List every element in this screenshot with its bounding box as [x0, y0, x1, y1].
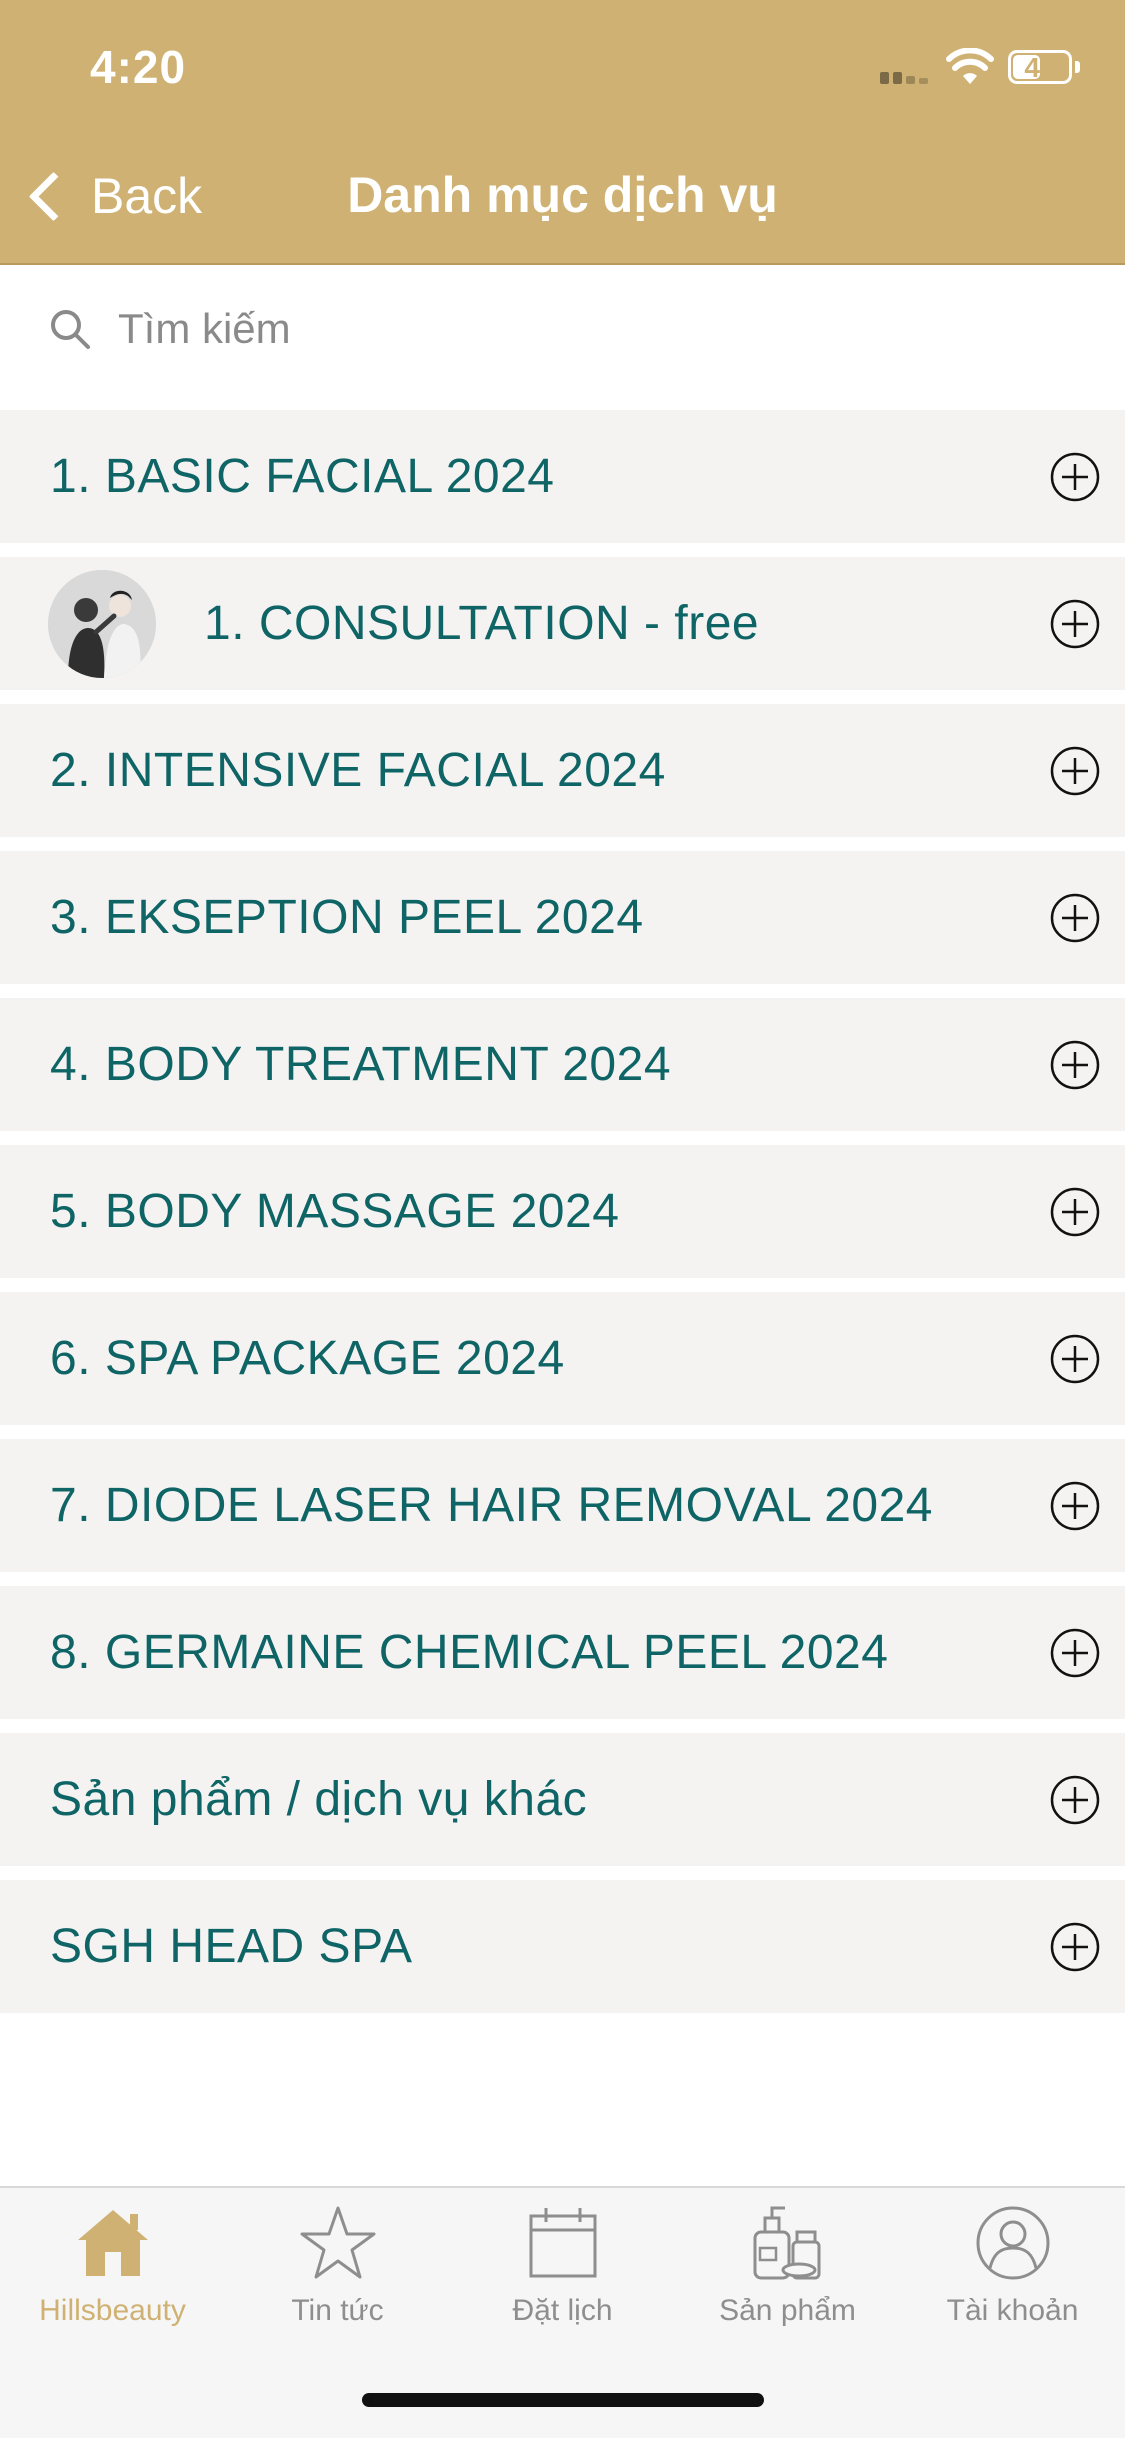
category-label: 2. INTENSIVE FACIAL 2024: [50, 744, 666, 797]
category-label: 4. BODY TREATMENT 2024: [50, 1038, 672, 1091]
tab-dat-lich[interactable]: Đặt lịch: [450, 2202, 675, 2362]
tab-san-pham[interactable]: Sản phẩm: [675, 2202, 900, 2362]
category-item-basic-facial[interactable]: 1. BASIC FACIAL 2024: [0, 410, 1125, 543]
category-label: 3. EKSEPTION PEEL 2024: [50, 891, 644, 944]
star-icon: [300, 2206, 375, 2279]
cellular-signal-icon: [880, 68, 934, 84]
navigation-header: 4:20 47 Back Danh mục dịch vụ: [0, 0, 1125, 265]
battery-cap: [1075, 61, 1080, 73]
category-item-body-treatment[interactable]: 4. BODY TREATMENT 2024: [0, 998, 1125, 1131]
home-indicator: [362, 2393, 764, 2407]
category-label: 1. CONSULTATION - free: [204, 597, 760, 650]
tab-label: Sản phẩm: [719, 2294, 856, 2327]
plus-circle-icon[interactable]: [1049, 1186, 1101, 1238]
category-label: 1. BASIC FACIAL 2024: [50, 450, 555, 503]
tab-label: Tài khoản: [946, 2294, 1079, 2327]
category-label: 8. GERMAINE CHEMICAL PEEL 2024: [50, 1626, 889, 1679]
battery-icon: 47: [1008, 50, 1072, 84]
tab-hillsbeauty[interactable]: Hillsbeauty: [0, 2202, 225, 2362]
tab-tai-khoan[interactable]: Tài khoản: [900, 2202, 1125, 2362]
plus-circle-icon[interactable]: [1049, 1921, 1101, 1973]
category-label: Sản phẩm / dịch vụ khác: [50, 1773, 588, 1826]
category-label: 6. SPA PACKAGE 2024: [50, 1332, 565, 1385]
battery-level: 47: [1024, 52, 1056, 83]
calendar-icon: [529, 2208, 596, 2278]
category-item-other-products[interactable]: Sản phẩm / dịch vụ khác: [0, 1733, 1125, 1866]
category-item-consultation[interactable]: 1. CONSULTATION - free: [0, 557, 1125, 690]
tab-label: Tin tức: [291, 2294, 384, 2327]
wifi-icon: [946, 48, 994, 84]
category-item-ekseption-peel[interactable]: 3. EKSEPTION PEEL 2024: [0, 851, 1125, 984]
category-item-germaine-peel[interactable]: 8. GERMAINE CHEMICAL PEEL 2024: [0, 1586, 1125, 1719]
search-bar: [0, 265, 1125, 393]
tab-tin-tuc[interactable]: Tin tức: [225, 2202, 450, 2362]
category-label: 5. BODY MASSAGE 2024: [50, 1185, 620, 1238]
plus-circle-icon[interactable]: [1049, 1774, 1101, 1826]
plus-circle-icon[interactable]: [1049, 1627, 1101, 1679]
category-item-intensive-facial[interactable]: 2. INTENSIVE FACIAL 2024: [0, 704, 1125, 837]
category-label: SGH HEAD SPA: [50, 1920, 413, 1973]
plus-circle-icon[interactable]: [1049, 1480, 1101, 1532]
consultation-thumbnail: [48, 569, 156, 678]
plus-circle-icon[interactable]: [1049, 892, 1101, 944]
category-item-body-massage[interactable]: 5. BODY MASSAGE 2024: [0, 1145, 1125, 1278]
plus-circle-icon[interactable]: [1049, 451, 1101, 503]
category-label: 7. DIODE LASER HAIR REMOVAL 2024: [50, 1479, 933, 1532]
tab-label: Đặt lịch: [512, 2294, 613, 2327]
category-item-diode-laser[interactable]: 7. DIODE LASER HAIR REMOVAL 2024: [0, 1439, 1125, 1572]
category-item-head-spa[interactable]: SGH HEAD SPA: [0, 1880, 1125, 2013]
plus-circle-icon[interactable]: [1049, 745, 1101, 797]
tab-label: Hillsbeauty: [39, 2294, 186, 2327]
products-icon: [753, 2206, 820, 2280]
account-icon: [976, 2206, 1049, 2280]
home-icon: [77, 2210, 148, 2276]
plus-circle-icon[interactable]: [1049, 1039, 1101, 1091]
page-title: Danh mục dịch vụ: [347, 167, 778, 223]
category-list: 1. BASIC FACIAL 2024 1. CONSULTATION - f…: [0, 410, 1125, 2027]
plus-circle-icon[interactable]: [1049, 598, 1101, 650]
status-time: 4:20: [90, 41, 187, 93]
search-input[interactable]: [116, 304, 1020, 354]
plus-circle-icon[interactable]: [1049, 1333, 1101, 1385]
category-item-spa-package[interactable]: 6. SPA PACKAGE 2024: [0, 1292, 1125, 1425]
search-icon: [51, 310, 90, 349]
